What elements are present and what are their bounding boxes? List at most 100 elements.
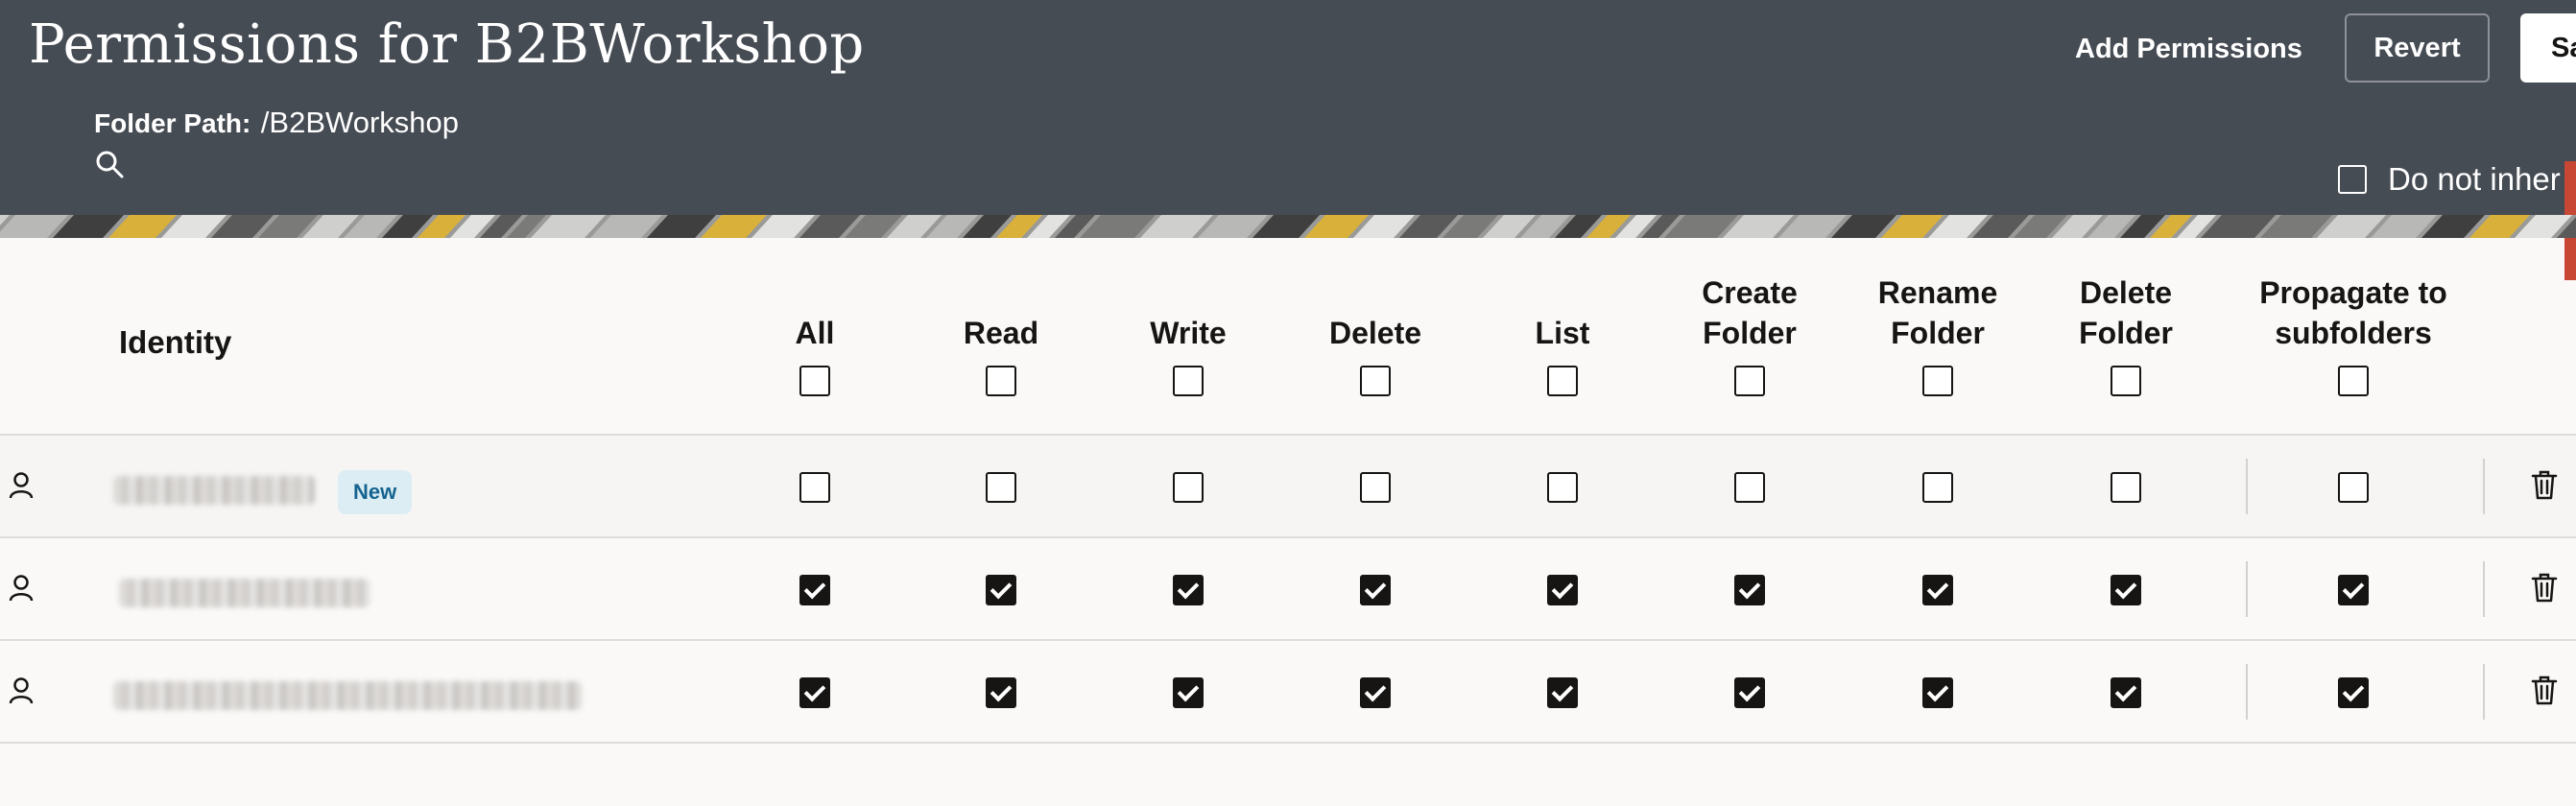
folder-path-label: Folder Path: (94, 108, 251, 138)
permission-cell (1734, 575, 1765, 605)
permission-cell (1547, 575, 1578, 605)
identity-name-redacted (113, 681, 582, 710)
permissions-table: Identity All Read Write Delete List Creat… (0, 238, 2576, 744)
write-checkbox[interactable] (1173, 472, 1204, 503)
column-divider (2246, 664, 2248, 720)
header-checkbox-cell (1734, 366, 1765, 396)
search-icon[interactable] (94, 149, 125, 179)
column-header-line: Folder (1703, 316, 1797, 350)
person-icon (9, 677, 34, 704)
rename-folder-checkbox[interactable] (1922, 472, 1953, 503)
select-all-list-checkbox[interactable] (1547, 366, 1578, 396)
permission-cell (1734, 472, 1765, 503)
propagate-checkbox[interactable] (2338, 677, 2369, 708)
permission-cell (1734, 677, 1765, 708)
new-badge: New (338, 470, 413, 514)
create-folder-checkbox[interactable] (1734, 677, 1765, 708)
select-all-rename-folder-checkbox[interactable] (1922, 366, 1953, 396)
save-button[interactable]: Sa (2520, 13, 2576, 83)
read-checkbox[interactable] (986, 472, 1016, 503)
column-header-read: Read (964, 273, 1038, 353)
add-permissions-button[interactable]: Add Permissions (2054, 21, 2324, 77)
page-header: Permissions for B2BWorkshop Folder Path:… (0, 0, 2576, 280)
do-not-inherit-option[interactable]: Do not inher (2338, 161, 2561, 198)
rename-folder-checkbox[interactable] (1922, 575, 1953, 605)
select-all-read-checkbox[interactable] (986, 366, 1016, 396)
table-header: Identity All Read Write Delete List Creat… (0, 238, 2576, 436)
select-all-create-folder-checkbox[interactable] (1734, 366, 1765, 396)
do-not-inherit-checkbox[interactable] (2338, 165, 2367, 194)
permission-cell (799, 472, 830, 503)
write-checkbox[interactable] (1173, 677, 1204, 708)
revert-button[interactable]: Revert (2345, 13, 2490, 83)
delete-checkbox[interactable] (1360, 575, 1391, 605)
all-checkbox[interactable] (799, 677, 830, 708)
permission-cell (2338, 472, 2369, 503)
person-icon (9, 575, 34, 602)
trash-icon[interactable] (2530, 468, 2559, 501)
column-header-delete-folder: Delete Folder (2079, 273, 2173, 353)
column-divider (2483, 664, 2485, 720)
list-checkbox[interactable] (1547, 677, 1578, 708)
table-row: New (0, 436, 2576, 538)
propagate-checkbox[interactable] (2338, 472, 2369, 503)
permission-cell (1922, 575, 1953, 605)
permission-cell (1360, 472, 1391, 503)
create-folder-checkbox[interactable] (1734, 575, 1765, 605)
list-checkbox[interactable] (1547, 575, 1578, 605)
permission-cell (986, 575, 1016, 605)
permission-cell (1360, 575, 1391, 605)
propagate-checkbox[interactable] (2338, 575, 2369, 605)
permission-cell (2111, 677, 2141, 708)
identity-name-redacted (113, 476, 315, 505)
trash-icon[interactable] (2530, 674, 2559, 706)
write-checkbox[interactable] (1173, 575, 1204, 605)
delete-folder-checkbox[interactable] (2111, 575, 2141, 605)
read-checkbox[interactable] (986, 575, 1016, 605)
column-divider (2483, 561, 2485, 617)
all-checkbox[interactable] (799, 575, 830, 605)
column-header-line: Delete (1328, 316, 1422, 350)
identity-name-redacted (119, 579, 370, 607)
column-divider (2246, 561, 2248, 617)
rename-folder-checkbox[interactable] (1922, 677, 1953, 708)
select-all-all-checkbox[interactable] (799, 366, 830, 396)
select-all-delete-checkbox[interactable] (1360, 366, 1391, 396)
header-checkbox-cell (2338, 366, 2369, 396)
permission-cell (2111, 472, 2141, 503)
select-all-delete-folder-checkbox[interactable] (2111, 366, 2141, 396)
column-header-line: Write (1150, 316, 1227, 350)
column-header-line: Delete (2079, 275, 2173, 310)
identity-column-header: Identity (119, 324, 232, 360)
person-icon (9, 472, 34, 499)
read-checkbox[interactable] (986, 677, 1016, 708)
all-checkbox[interactable] (799, 472, 830, 503)
do-not-inherit-label: Do not inher (2388, 161, 2561, 197)
delete-folder-checkbox[interactable] (2111, 677, 2141, 708)
column-header-line: Read (963, 316, 1039, 350)
folder-path-value: /B2BWorkshop (260, 106, 459, 139)
column-header-line: Rename (1877, 275, 1998, 310)
create-folder-checkbox[interactable] (1734, 472, 1765, 503)
delete-checkbox[interactable] (1360, 472, 1391, 503)
column-header-line: Folder (1891, 316, 1985, 350)
column-header-list: List (1536, 273, 1590, 353)
column-header-delete: Delete (1329, 273, 1421, 353)
permission-cell (1922, 472, 1953, 503)
list-checkbox[interactable] (1547, 472, 1578, 503)
permission-cell (2338, 677, 2369, 708)
decorative-banner (0, 215, 2576, 238)
header-checkbox-cell (2111, 366, 2141, 396)
delete-checkbox[interactable] (1360, 677, 1391, 708)
column-header-line (1536, 273, 1590, 313)
column-header-line (964, 273, 1038, 313)
column-header-line: All (795, 316, 835, 350)
permission-cell (1173, 575, 1204, 605)
permission-cell (799, 677, 830, 708)
select-all-propagate-checkbox[interactable] (2338, 366, 2369, 396)
trash-icon[interactable] (2530, 571, 2559, 604)
column-header-line: subfolders (2275, 316, 2432, 350)
delete-folder-checkbox[interactable] (2111, 472, 2141, 503)
column-header-line: Folder (2079, 316, 2173, 350)
select-all-write-checkbox[interactable] (1173, 366, 1204, 396)
